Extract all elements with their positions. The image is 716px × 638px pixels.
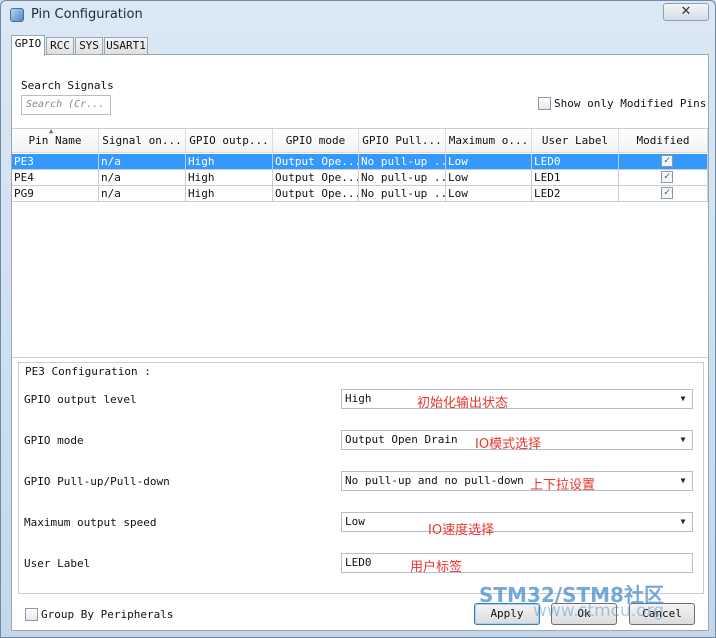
user-label-label: User Label (24, 557, 91, 570)
tab-sys[interactable]: SYS (75, 37, 103, 55)
table-row[interactable]: PG9 n/a High Output Ope... No pull-up ..… (12, 186, 708, 202)
show-modified-label: Show only Modified Pins (554, 97, 707, 110)
dropdown-arrow-icon: ▼ (680, 517, 686, 526)
modified-checkbox[interactable]: ✓ (661, 155, 673, 167)
cell-gpio-mode: Output Ope... (273, 154, 359, 170)
annotation-speed: IO速度选择 (428, 523, 495, 538)
select-value: Low (345, 515, 365, 528)
search-label: Search Signals (21, 79, 114, 92)
table-row[interactable]: PE4 n/a High Output Ope... No pull-up ..… (12, 170, 708, 186)
cell-gpio-mode: Output Ope... (273, 170, 359, 186)
dropdown-arrow-icon: ▼ (680, 394, 686, 403)
column-header-gpio-mode[interactable]: GPIO mode (273, 129, 359, 153)
annotation-user-label: 用户标签 (410, 560, 463, 575)
cell-gpio-output: High (186, 186, 273, 202)
app-icon (10, 8, 24, 22)
close-button[interactable]: ✕ (663, 3, 709, 21)
search-input[interactable]: Search (Cr... (21, 95, 111, 115)
dropdown-arrow-icon: ▼ (680, 476, 686, 485)
group-by-peripherals-checkbox[interactable] (25, 608, 38, 621)
column-label: Pin Name (28, 134, 82, 147)
cell-user-label: LED1 (532, 170, 619, 186)
max-output-speed-select[interactable]: Low ▼ (341, 512, 693, 532)
cell-pin-name: PE3 (12, 154, 99, 170)
annotation-gpio-mode: IO模式选择 (475, 437, 542, 452)
tab-rcc[interactable]: RCC (46, 37, 74, 55)
cell-max-speed: Low (446, 154, 532, 170)
dropdown-arrow-icon: ▼ (680, 435, 686, 444)
annotation-output-level: 初始化输出状态 (417, 396, 509, 411)
cell-gpio-pull: No pull-up ... (359, 170, 446, 186)
user-label-input[interactable]: LED0 (341, 553, 693, 573)
cell-gpio-mode: Output Ope... (273, 186, 359, 202)
cell-modified: ✓ (619, 154, 708, 170)
cell-signal: n/a (99, 154, 186, 170)
column-header-gpio-pull[interactable]: GPIO Pull... (359, 129, 446, 153)
tab-usart1[interactable]: USART1 (104, 37, 148, 55)
column-header-max-speed[interactable]: Maximum o... (446, 129, 532, 153)
select-value: High (345, 392, 372, 405)
cell-modified: ✓ (619, 186, 708, 202)
cell-max-speed: Low (446, 186, 532, 202)
close-icon: ✕ (680, 4, 692, 19)
config-title: PE3 Configuration : (23, 365, 153, 378)
column-header-signal[interactable]: Signal on... (99, 129, 186, 153)
annotation-pull: 上下拉设置 (530, 478, 596, 493)
column-header-modified[interactable]: Modified (619, 129, 708, 153)
max-output-speed-label: Maximum output speed (24, 516, 157, 529)
select-value: No pull-up and no pull-down (345, 474, 524, 487)
cell-gpio-output: High (186, 170, 273, 186)
gpio-pull-label: GPIO Pull-up/Pull-down (24, 475, 170, 488)
gpio-mode-label: GPIO mode (24, 434, 84, 447)
pin-configuration-dialog: Pin Configuration ✕ GPIO RCC SYS USART1 … (0, 0, 716, 638)
cell-modified: ✓ (619, 170, 708, 186)
cell-pin-name: PE4 (12, 170, 99, 186)
gpio-pull-select[interactable]: No pull-up and no pull-down ▼ (341, 471, 693, 491)
gpio-output-level-label: GPIO output level (24, 393, 137, 406)
modified-checkbox[interactable]: ✓ (661, 187, 673, 199)
cell-signal: n/a (99, 186, 186, 202)
column-header-gpio-output[interactable]: GPIO outp... (186, 129, 273, 153)
sort-ascending-icon: ▲ (49, 129, 54, 135)
window-title: Pin Configuration (31, 7, 143, 22)
cell-gpio-pull: No pull-up ... (359, 154, 446, 170)
column-header-user-label[interactable]: User Label (532, 129, 619, 153)
tab-content-gpio: Search Signals Search (Cr... Show only M… (11, 54, 709, 631)
table-header: ▲ Pin Name Signal on... GPIO outp... GPI… (12, 129, 708, 153)
gpio-output-level-select[interactable]: High ▼ (341, 389, 693, 409)
title-bar: Pin Configuration ✕ (1, 1, 715, 29)
table-row[interactable]: PE3 n/a High Output Ope... No pull-up ..… (12, 154, 708, 170)
pin-table: ▲ Pin Name Signal on... GPIO outp... GPI… (12, 128, 708, 358)
tab-gpio[interactable]: GPIO (11, 35, 45, 56)
show-modified-checkbox[interactable] (538, 97, 551, 110)
pin-config-panel: PE3 Configuration : GPIO output level Hi… (18, 362, 704, 594)
column-header-pin-name[interactable]: ▲ Pin Name (12, 129, 99, 153)
modified-checkbox[interactable]: ✓ (661, 171, 673, 183)
cell-user-label: LED2 (532, 186, 619, 202)
cell-gpio-pull: No pull-up ... (359, 186, 446, 202)
group-by-peripherals-label: Group By Peripherals (41, 608, 174, 621)
cell-user-label: LED0 (532, 154, 619, 170)
watermark-url: www.stmcu.org (533, 601, 665, 621)
select-value: Output Open Drain (345, 433, 458, 446)
cell-max-speed: Low (446, 170, 532, 186)
cell-pin-name: PG9 (12, 186, 99, 202)
cell-gpio-output: High (186, 154, 273, 170)
cell-signal: n/a (99, 170, 186, 186)
